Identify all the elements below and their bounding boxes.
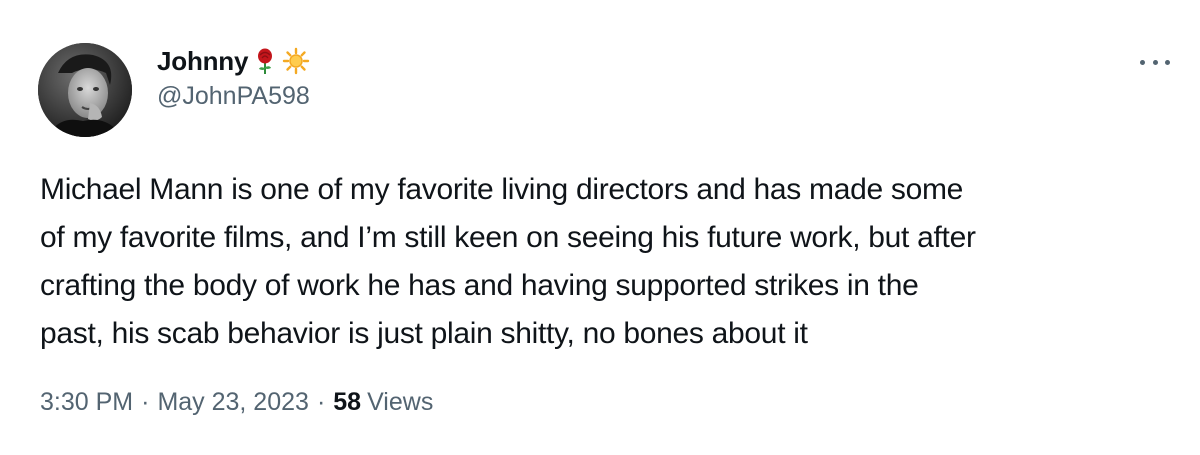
tweet-meta: 3:30 PM · May 23, 2023 · 58 Views bbox=[40, 388, 433, 417]
views-label: Views bbox=[367, 388, 434, 416]
author-name-row[interactable]: Johnny bbox=[157, 44, 310, 78]
tweet-text: Michael Mann is one of my favorite livin… bbox=[40, 173, 976, 350]
views-count[interactable]: 58 bbox=[333, 388, 361, 417]
display-name[interactable]: Johnny bbox=[157, 46, 248, 77]
avatar[interactable] bbox=[38, 43, 132, 137]
rose-icon bbox=[251, 47, 279, 75]
tweet-date[interactable]: May 23, 2023 bbox=[157, 388, 309, 417]
more-dot bbox=[1165, 59, 1170, 65]
more-dot bbox=[1152, 59, 1158, 65]
author-handle[interactable]: @JohnPA598 bbox=[157, 82, 310, 111]
more-options-icon[interactable] bbox=[1140, 56, 1170, 68]
sun-icon bbox=[282, 47, 310, 75]
more-dot bbox=[1140, 59, 1145, 65]
meta-separator: · bbox=[316, 388, 326, 416]
tweet-card: Johnny @JohnPA598 Michael Mann is one of… bbox=[0, 0, 1200, 455]
meta-separator: · bbox=[141, 388, 150, 416]
tweet-time[interactable]: 3:30 PM bbox=[40, 388, 133, 417]
